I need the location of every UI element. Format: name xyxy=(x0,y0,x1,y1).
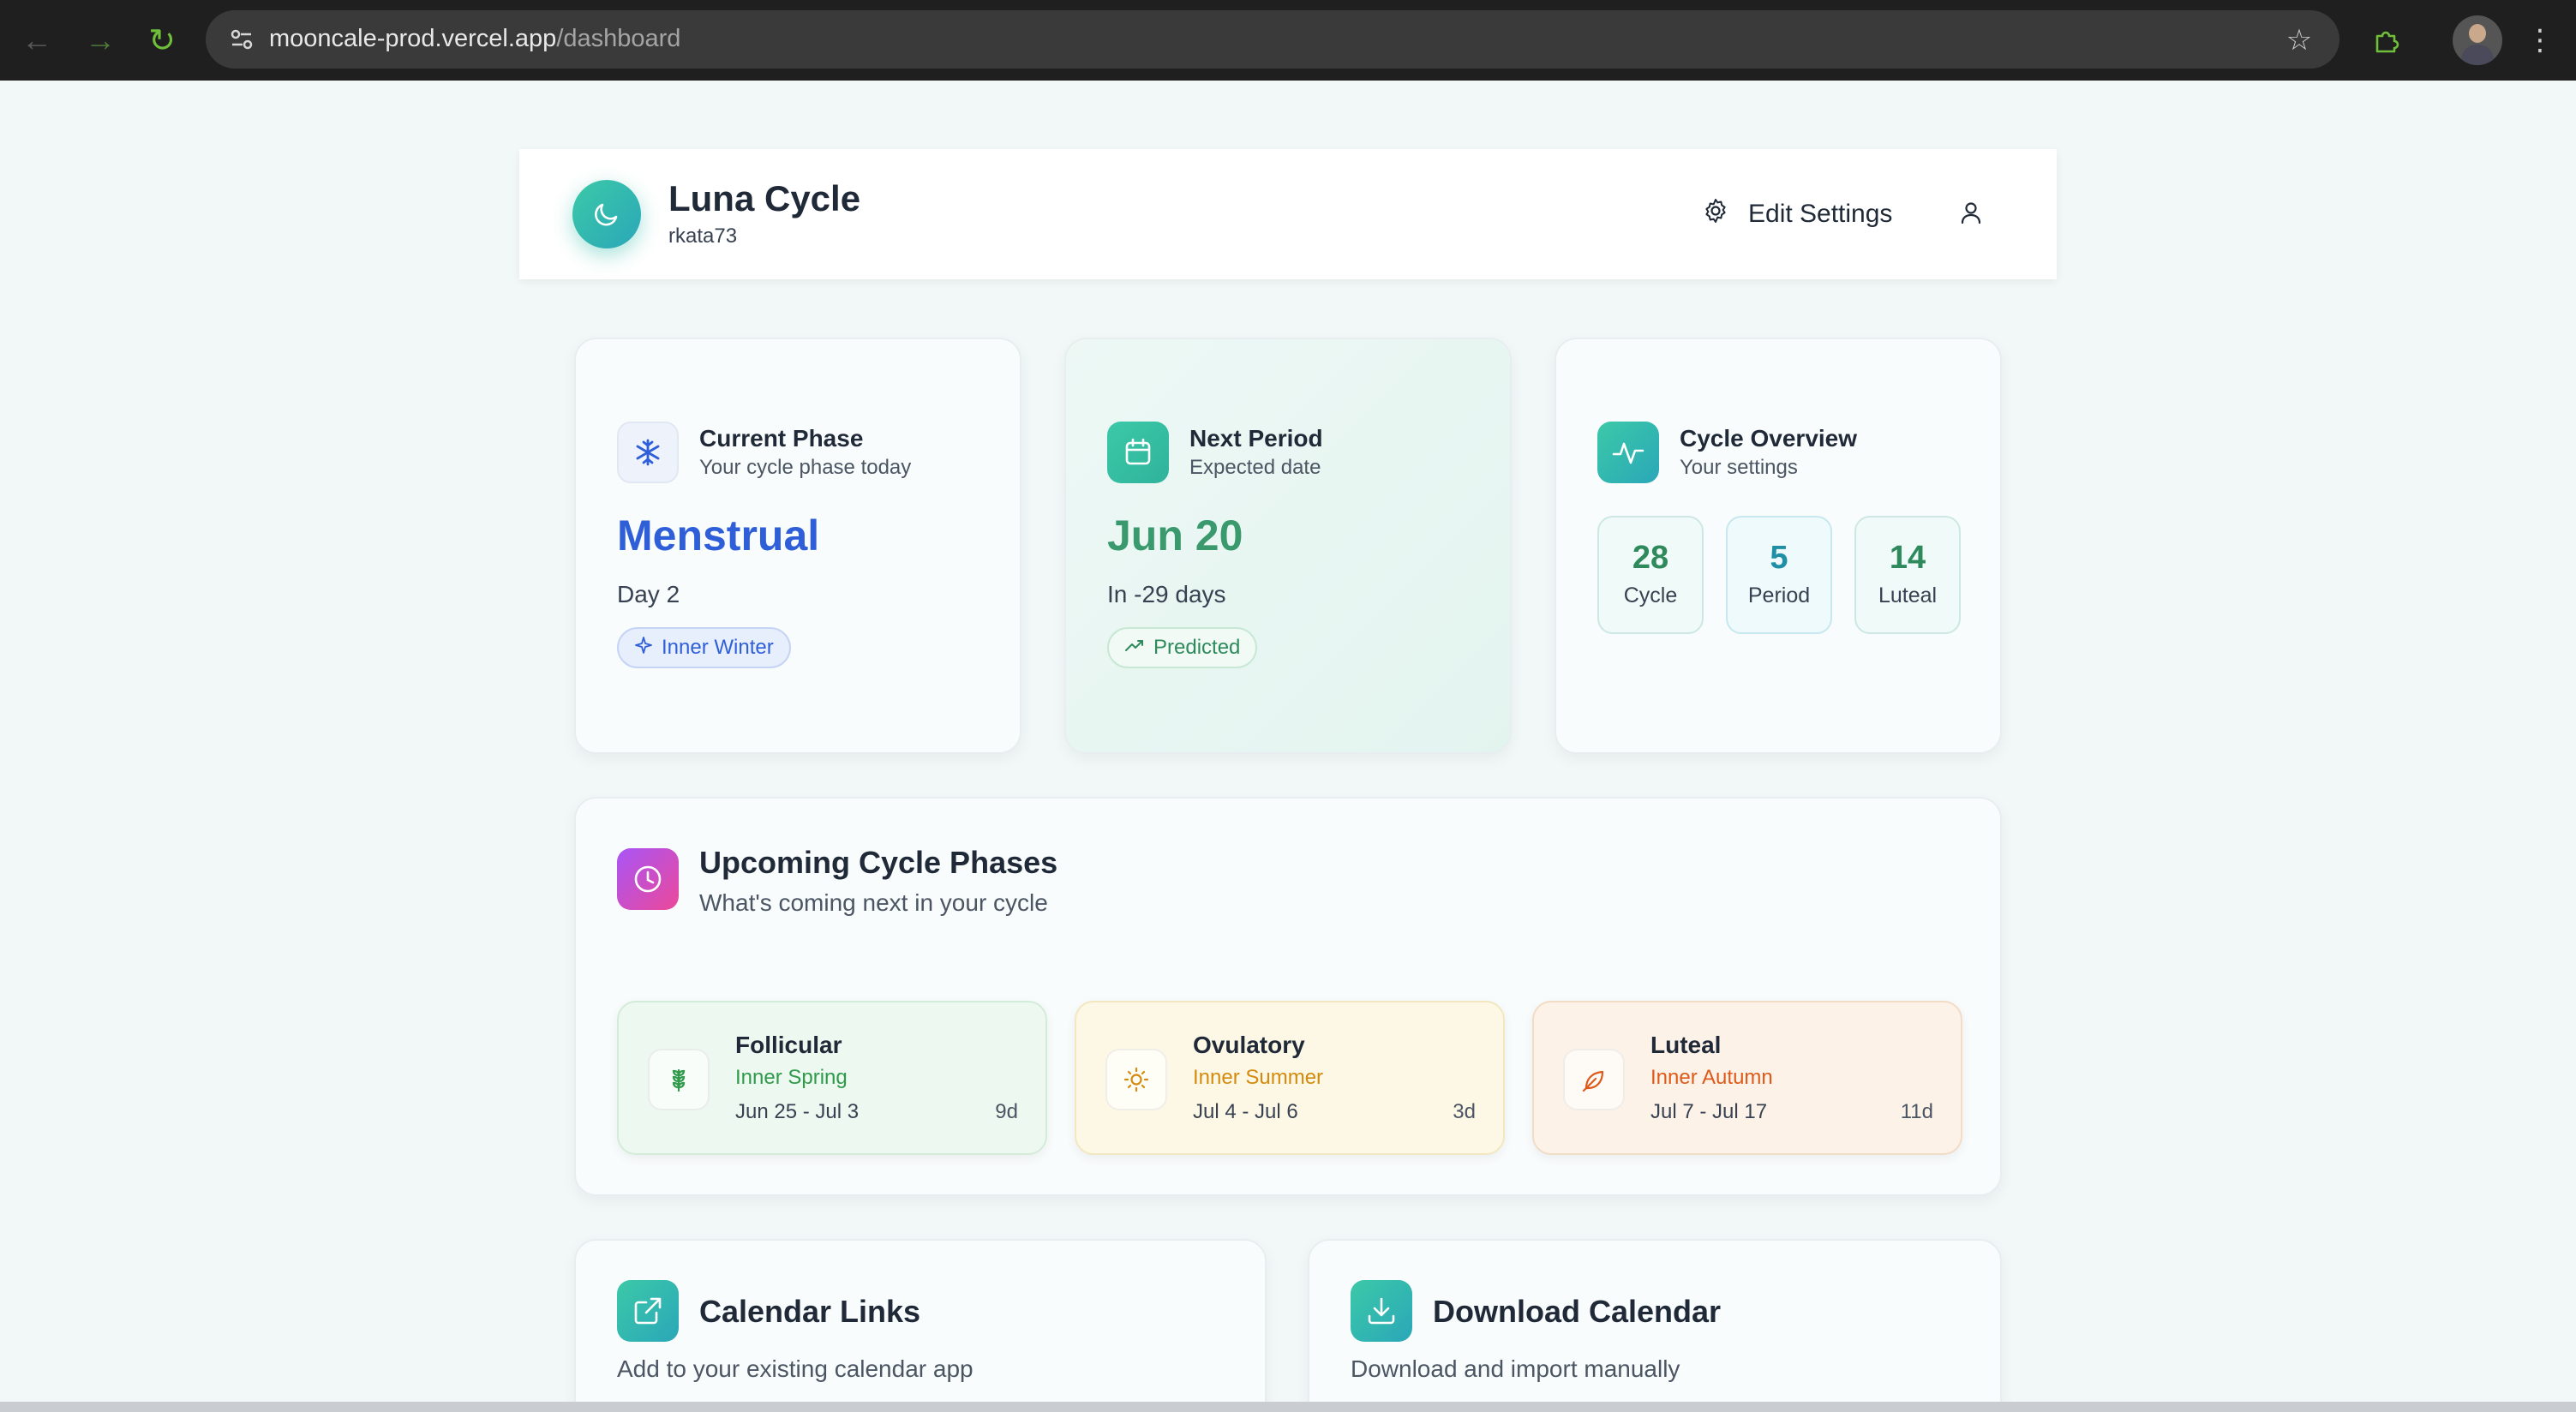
current-phase-card: Current Phase Your cycle phase today Men… xyxy=(574,338,1021,754)
predicted-badge: Predicted xyxy=(1107,627,1258,668)
calendar-links-subtitle: Add to your existing calendar app xyxy=(617,1355,973,1382)
current-phase-title: Current Phase xyxy=(699,425,864,452)
cycle-day: Day 2 xyxy=(617,581,680,607)
address-bar[interactable]: mooncale-prod.vercel.app/dashboard xyxy=(206,10,2339,69)
sun-icon xyxy=(1105,1049,1167,1110)
phase-card-ovulatory[interactable]: Ovulatory Inner Summer Jul 4 - Jul 6 3d xyxy=(1075,1001,1505,1155)
app-title: Luna Cycle xyxy=(668,178,861,218)
activity-icon xyxy=(1597,422,1659,483)
back-icon[interactable]: ← xyxy=(15,19,58,62)
upcoming-phases-card: Upcoming Cycle Phases What's coming next… xyxy=(574,797,2002,1196)
cycle-overview-subtitle: Your settings xyxy=(1680,456,1798,479)
external-link-icon xyxy=(617,1280,679,1342)
calendar-links-card: Calendar Links Add to your existing cale… xyxy=(574,1239,1267,1412)
next-period-value: Jun 20 xyxy=(1107,512,1243,559)
cycle-overview-title: Cycle Overview xyxy=(1680,425,1858,452)
clock-icon xyxy=(617,848,679,910)
current-phase-value: Menstrual xyxy=(617,512,820,559)
url-text[interactable]: mooncale-prod.vercel.app/dashboard xyxy=(269,25,680,53)
browser-toolbar: ← → ↻ mooncale-prod.vercel.app/dashboard… xyxy=(0,0,2576,81)
sprout-icon xyxy=(648,1049,710,1110)
stat-luteal-length: 14 Luteal xyxy=(1854,516,1961,634)
app-header: Luna Cycle rkata73 Edit Settings xyxy=(519,149,2057,279)
trending-up-icon xyxy=(1124,636,1145,661)
site-settings-icon[interactable] xyxy=(225,22,259,57)
edit-settings-label: Edit Settings xyxy=(1748,200,1893,228)
sparkle-icon xyxy=(634,636,653,661)
current-phase-subtitle: Your cycle phase today xyxy=(699,456,912,479)
upcoming-phases-title: Upcoming Cycle Phases xyxy=(699,845,1058,880)
phase-card-follicular[interactable]: Follicular Inner Spring Jun 25 - Jul 3 9… xyxy=(617,1001,1047,1155)
gear-icon xyxy=(1702,197,1729,231)
edit-settings-button[interactable]: Edit Settings xyxy=(1702,188,1892,240)
snowflake-icon xyxy=(617,422,679,483)
upcoming-phases-subtitle: What's coming next in your cycle xyxy=(699,889,1048,916)
forward-icon[interactable]: → xyxy=(79,19,122,62)
reload-icon[interactable]: ↻ xyxy=(141,19,183,62)
next-period-card: Next Period Expected date Jun 20 In -29 … xyxy=(1064,338,1512,754)
calendar-icon xyxy=(1107,422,1169,483)
stat-period-length: 5 Period xyxy=(1726,516,1832,634)
username: rkata73 xyxy=(668,224,738,248)
inner-winter-badge: Inner Winter xyxy=(617,627,791,668)
user-profile-button[interactable] xyxy=(1945,188,1997,240)
moon-logo-icon xyxy=(572,180,641,248)
download-icon xyxy=(1351,1280,1412,1342)
window-bottom-edge xyxy=(0,1402,2576,1412)
next-period-countdown: In -29 days xyxy=(1107,581,1226,607)
next-period-title: Next Period xyxy=(1189,425,1323,452)
download-calendar-card: Download Calendar Download and import ma… xyxy=(1308,1239,2002,1412)
next-period-subtitle: Expected date xyxy=(1189,456,1321,479)
calendar-links-title: Calendar Links xyxy=(699,1294,921,1329)
download-calendar-title: Download Calendar xyxy=(1433,1294,1722,1329)
user-icon xyxy=(1958,200,1984,230)
browser-menu-icon[interactable]: ⋮ xyxy=(2523,19,2557,62)
extensions-icon[interactable] xyxy=(2365,19,2408,62)
profile-avatar[interactable] xyxy=(2453,15,2502,65)
cycle-overview-card: Cycle Overview Your settings 28 Cycle 5 … xyxy=(1555,338,2002,754)
stat-cycle-length: 28 Cycle xyxy=(1597,516,1704,634)
download-calendar-subtitle: Download and import manually xyxy=(1351,1355,1680,1382)
phase-card-luteal[interactable]: Luteal Inner Autumn Jul 7 - Jul 17 11d xyxy=(1532,1001,1962,1155)
bookmark-star-icon[interactable]: ☆ xyxy=(2278,19,2321,62)
leaf-icon xyxy=(1563,1049,1625,1110)
